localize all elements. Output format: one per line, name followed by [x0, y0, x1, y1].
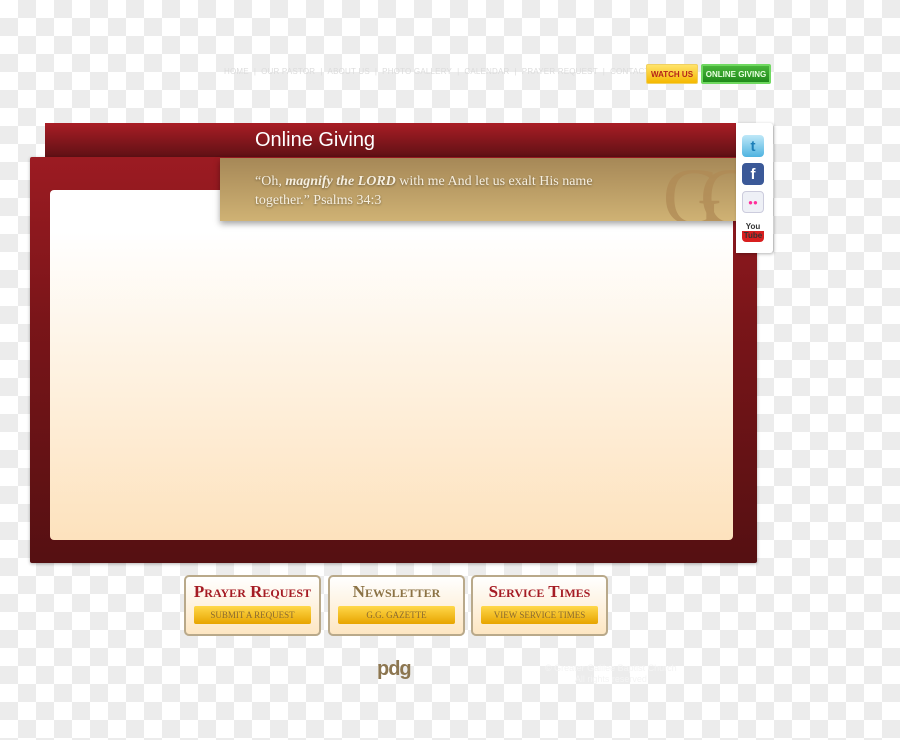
- feature-box: Prayer Request SUBMIT A REQUEST: [184, 575, 321, 636]
- nav-link[interactable]: CALENDAR: [464, 67, 509, 76]
- feature-box-title: Prayer Request: [193, 582, 312, 601]
- main-nav: HOME | OUR PASTOR | ABOUT US | PHOTO GALLERY | C…: [224, 67, 650, 76]
- nav-separator: |: [602, 67, 606, 76]
- online-giving-button[interactable]: ONLINE GIVING: [701, 64, 771, 84]
- facebook-icon[interactable]: f: [742, 163, 764, 185]
- footer-copyright: © Greater Galilee Baptist Church All righ…: [545, 663, 677, 684]
- nav-separator: |: [253, 67, 257, 76]
- church-monogram-logo: GG: [662, 158, 737, 221]
- youtube-icon[interactable]: You Tube: [742, 220, 764, 242]
- nav-link[interactable]: CONTACT: [610, 67, 649, 76]
- feature-box-button[interactable]: SUBMIT A REQUEST: [194, 606, 311, 624]
- page-title: Online Giving: [255, 129, 376, 151]
- nav-link[interactable]: PRAYER REQUEST: [522, 67, 598, 76]
- feature-box-title: Newsletter: [352, 582, 441, 601]
- scripture-quote: “Oh, magnify the LORD with me And let us…: [255, 174, 593, 208]
- nav-separator: |: [374, 67, 378, 76]
- title-bar: [45, 123, 740, 159]
- feature-box: Service Times VIEW SERVICE TIMES: [471, 575, 608, 636]
- nav-link[interactable]: OUR PASTOR: [261, 67, 315, 76]
- nav-link[interactable]: ABOUT US: [328, 67, 370, 76]
- flickr-icon[interactable]: ●●: [742, 191, 764, 213]
- feature-box-title: Service Times: [488, 582, 591, 601]
- content-area: [50, 190, 733, 540]
- pdg-logo: pdg: [377, 658, 412, 680]
- nav-link[interactable]: HOME: [224, 67, 249, 76]
- nav-link[interactable]: PHOTO GALLERY: [382, 67, 452, 76]
- social-sidebar: t f ●● You Tube: [736, 123, 773, 253]
- scripture-quote-banner: GG “Oh, magnify the LORD with me And let…: [220, 158, 737, 221]
- nav-separator: |: [514, 67, 517, 76]
- feature-box: Newsletter G.G. GAZETTE: [328, 575, 465, 636]
- nav-separator: |: [457, 67, 460, 76]
- feature-box-button[interactable]: VIEW SERVICE TIMES: [481, 606, 598, 624]
- nav-separator: |: [320, 67, 323, 76]
- twitter-icon[interactable]: t: [742, 135, 764, 157]
- feature-box-button[interactable]: G.G. GAZETTE: [338, 606, 455, 624]
- watch-us-button[interactable]: WATCH US: [646, 64, 698, 84]
